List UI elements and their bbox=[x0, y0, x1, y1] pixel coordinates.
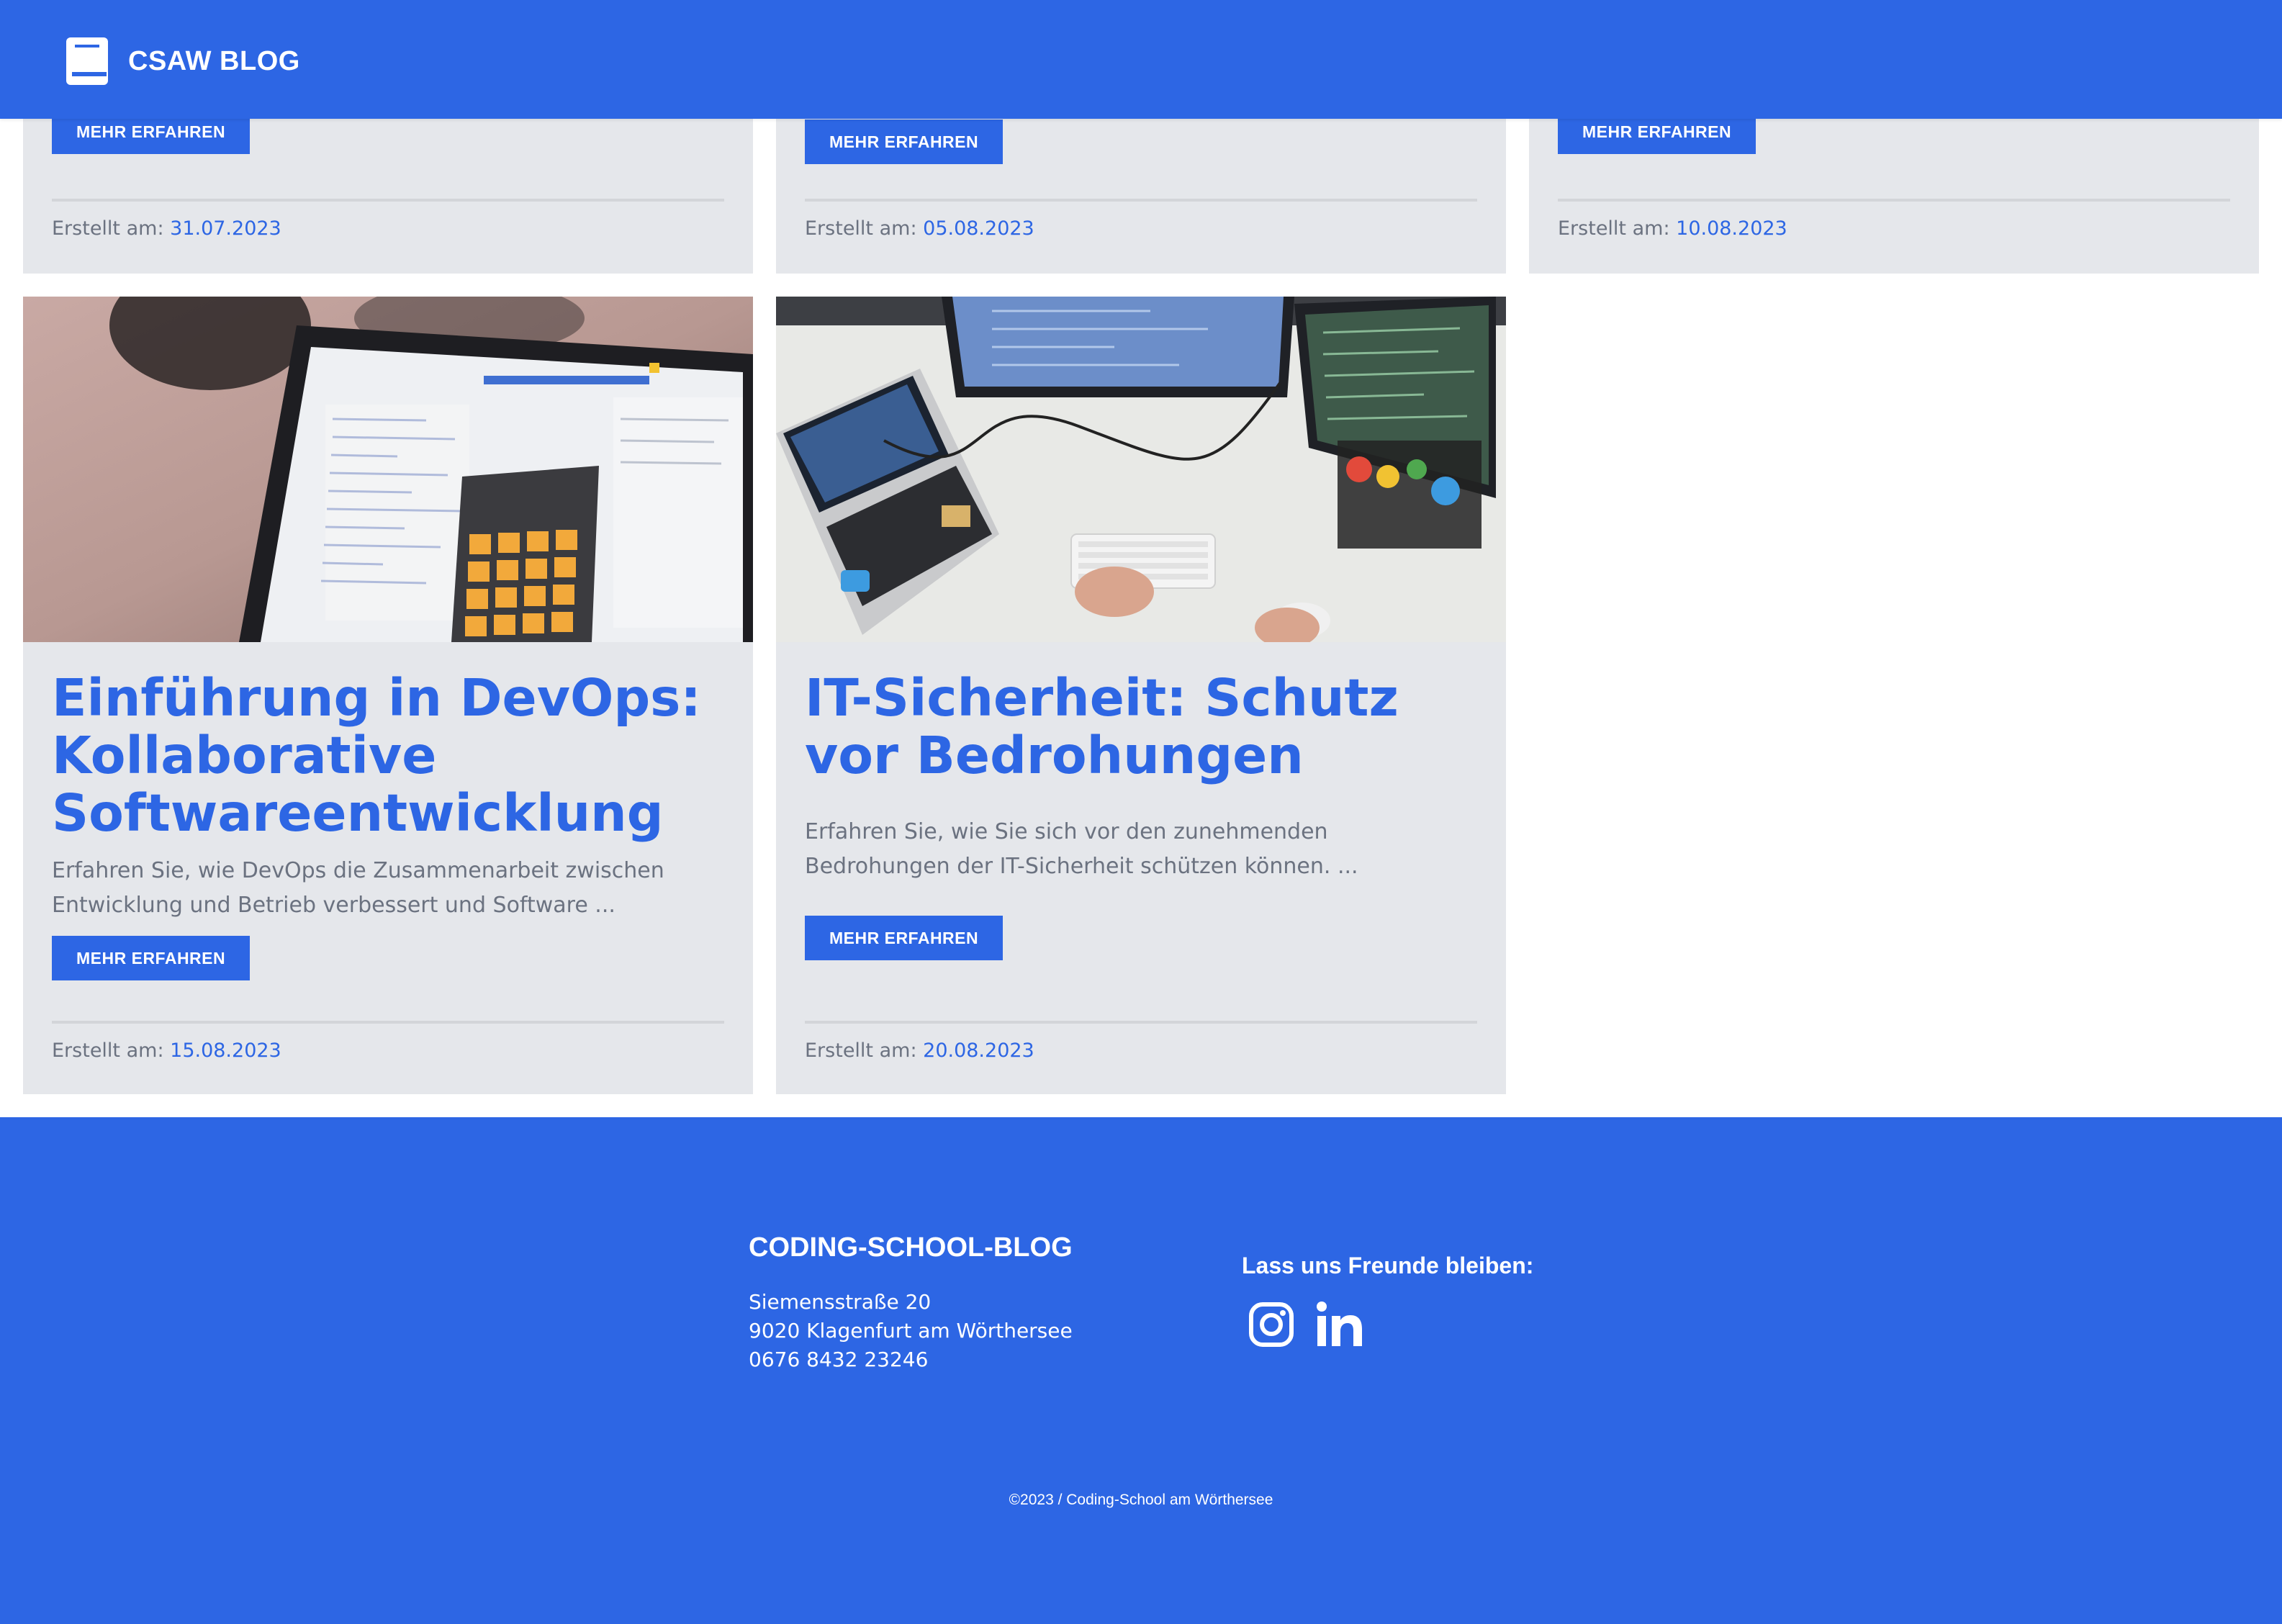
book-icon bbox=[66, 37, 108, 85]
post-excerpt: Erfahren Sie, wie Sie sich vor den zuneh… bbox=[805, 819, 1358, 879]
brand-title: CSAW BLOG bbox=[128, 45, 300, 76]
post-date[interactable]: 05.08.2023 bbox=[923, 217, 1034, 240]
desk-monitors-photo bbox=[776, 297, 1506, 642]
post-excerpt: Erfahren Sie, wie DevOps die Zusammenarb… bbox=[52, 858, 664, 918]
laptop-calculator-photo bbox=[23, 297, 753, 642]
post-date[interactable]: 10.08.2023 bbox=[1676, 217, 1787, 240]
site-footer: CODING-SCHOOL-BLOG Siemensstraße 20 9020… bbox=[0, 1117, 2282, 1624]
linkedin-icon[interactable] bbox=[1314, 1300, 1363, 1349]
footer-address-street: Siemensstraße 20 bbox=[749, 1290, 932, 1314]
post-card: MEHR ERFAHREN Erstellt am: 31.07.2023 bbox=[23, 108, 753, 274]
created-label: Erstellt am: bbox=[805, 1039, 917, 1062]
card-divider bbox=[52, 1021, 724, 1024]
top-navbar: CSAW BLOG bbox=[0, 0, 2282, 119]
created-label: Erstellt am: bbox=[805, 217, 917, 240]
post-meta: Erstellt am: 05.08.2023 bbox=[805, 217, 1034, 240]
created-label: Erstellt am: bbox=[52, 217, 164, 240]
post-date[interactable]: 15.08.2023 bbox=[170, 1039, 281, 1062]
post-meta: Erstellt am: 31.07.2023 bbox=[52, 217, 281, 240]
footer-address-city: 9020 Klagenfurt am Wörthersee bbox=[749, 1319, 1073, 1343]
card-divider bbox=[805, 199, 1477, 202]
post-meta: Erstellt am: 10.08.2023 bbox=[1558, 217, 1787, 240]
post-thumbnail[interactable] bbox=[23, 297, 753, 642]
post-date[interactable]: 31.07.2023 bbox=[170, 217, 281, 240]
post-title[interactable]: IT-Sicherheit: Schutz vor Bedrohungen bbox=[805, 669, 1477, 785]
created-label: Erstellt am: bbox=[52, 1039, 164, 1062]
footer-title: CODING-SCHOOL-BLOG bbox=[749, 1232, 1073, 1263]
post-card-it-security: IT-Sicherheit: Schutz vor Bedrohungen Er… bbox=[776, 297, 1506, 1094]
post-thumbnail[interactable] bbox=[776, 297, 1506, 642]
post-meta: Erstellt am: 15.08.2023 bbox=[52, 1039, 281, 1062]
footer-phone: 0676 8432 23246 bbox=[749, 1348, 929, 1371]
post-card: MEHR ERFAHREN Erstellt am: 10.08.2023 bbox=[1529, 108, 2259, 274]
card-divider bbox=[52, 199, 724, 202]
copyright: ©2023 / Coding-School am Wörthersee bbox=[1009, 1492, 1273, 1508]
post-date[interactable]: 20.08.2023 bbox=[923, 1039, 1034, 1062]
read-more-button[interactable]: MEHR ERFAHREN bbox=[805, 916, 1004, 960]
card-divider bbox=[1558, 199, 2230, 202]
post-card: MEHR ERFAHREN Erstellt am: 05.08.2023 bbox=[776, 108, 1506, 274]
post-card-devops: Einführung in DevOps: Kollaborative Soft… bbox=[23, 297, 753, 1094]
read-more-button[interactable]: MEHR ERFAHREN bbox=[52, 936, 251, 980]
post-title[interactable]: Einführung in DevOps: Kollaborative Soft… bbox=[52, 669, 724, 842]
card-divider bbox=[805, 1021, 1477, 1024]
social-heading: Lass uns Freunde bleiben: bbox=[1242, 1253, 1534, 1278]
created-label: Erstellt am: bbox=[1558, 217, 1670, 240]
read-more-button[interactable]: MEHR ERFAHREN bbox=[805, 119, 1004, 164]
post-meta: Erstellt am: 20.08.2023 bbox=[805, 1039, 1034, 1062]
brand-link[interactable]: CSAW BLOG bbox=[65, 37, 300, 85]
instagram-icon[interactable] bbox=[1247, 1300, 1296, 1349]
